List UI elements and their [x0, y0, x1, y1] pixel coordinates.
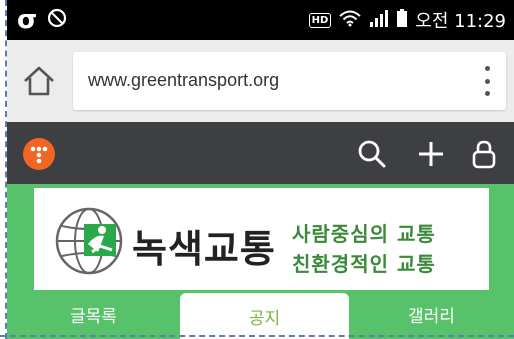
- sigma-icon: σ: [17, 5, 38, 35]
- tagline-line-1: 사람중심의 교통: [292, 222, 436, 246]
- browser-toolbar: www.greentransport.org: [7, 40, 514, 122]
- tab-gallery[interactable]: 갤러리: [349, 290, 514, 339]
- hd-badge: HD: [308, 12, 332, 28]
- url-text[interactable]: www.greentransport.org: [88, 70, 279, 91]
- clock-time: 오전 11:29: [415, 11, 506, 32]
- search-icon[interactable]: [357, 139, 387, 169]
- address-bar[interactable]: www.greentransport.org: [73, 52, 506, 110]
- t-logo-icon[interactable]: [23, 138, 55, 170]
- brand-name: 녹색교통: [132, 227, 276, 271]
- battery-icon: [397, 8, 408, 32]
- tab-post-list[interactable]: 글목록: [7, 290, 180, 339]
- tagline-line-2: 친환경적인 교통: [292, 252, 436, 276]
- lock-icon[interactable]: [469, 139, 499, 169]
- plus-icon[interactable]: [416, 139, 446, 169]
- dashed-frame-bottom: [0, 335, 514, 339]
- site-banner: 녹색교통 사람중심의 교통 친환경적인 교통: [7, 184, 514, 290]
- status-bar: σ HD 오전 11:29: [7, 0, 514, 40]
- more-vert-icon[interactable]: [482, 66, 492, 96]
- signal-icon: [369, 9, 389, 32]
- tab-notice[interactable]: 공지: [180, 293, 349, 339]
- dashed-frame-left: [0, 0, 7, 339]
- site-header: [7, 122, 514, 184]
- home-icon[interactable]: [21, 64, 57, 98]
- globe-logo-icon: [54, 206, 124, 276]
- wifi-icon: [339, 9, 361, 32]
- banner-logo-area[interactable]: 녹색교통 사람중심의 교통 친환경적인 교통: [34, 188, 489, 290]
- board-tabs: 글목록 공지 갤러리: [7, 290, 514, 339]
- block-icon: [47, 8, 67, 32]
